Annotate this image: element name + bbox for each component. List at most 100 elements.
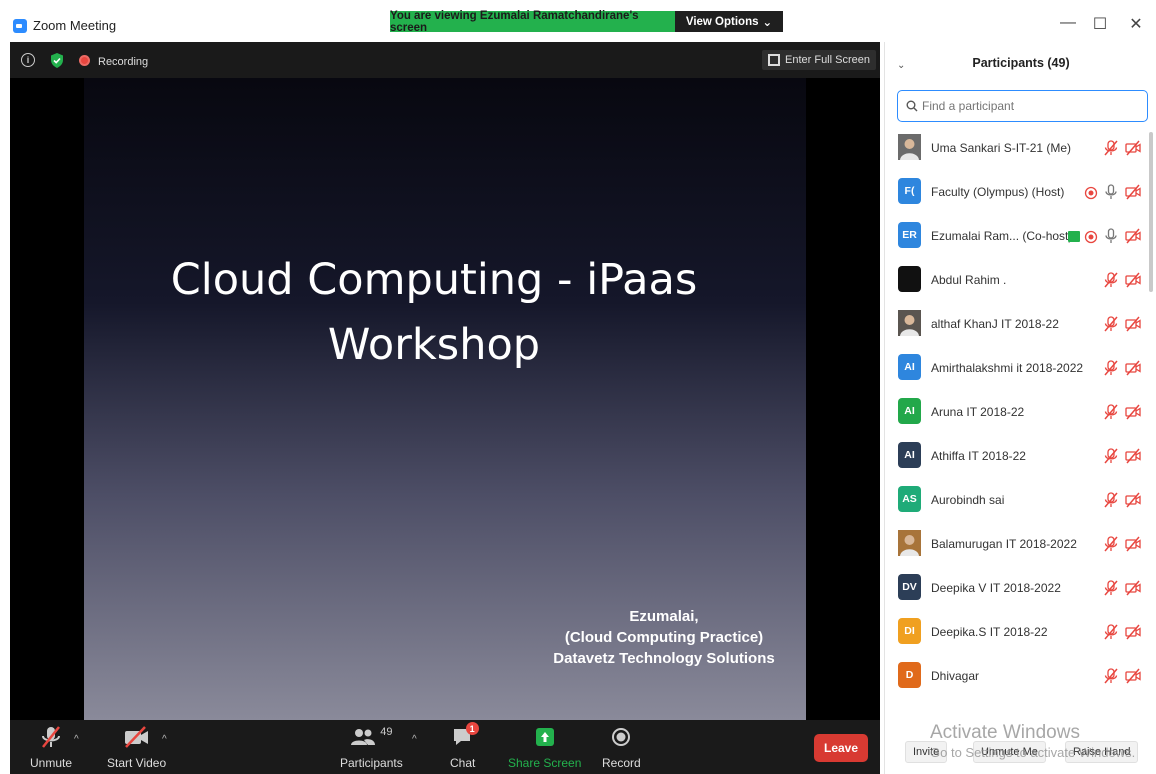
microphone-muted-icon[interactable]	[1103, 492, 1119, 508]
minimize-button[interactable]: —	[1058, 14, 1078, 32]
slide-credit-line-1: Ezumalai,	[629, 608, 699, 625]
screen-sharing-icon	[1068, 231, 1080, 242]
window-title: Zoom Meeting	[33, 18, 117, 33]
participant-avatar: DI	[898, 618, 921, 644]
camera-off-icon	[1125, 272, 1141, 288]
microphone-muted-icon[interactable]	[1103, 668, 1119, 684]
unmute-me-button[interactable]: Unmute Me	[973, 741, 1046, 763]
share-screen-button[interactable]: Share Screen	[508, 720, 581, 774]
start-video-label: Start Video	[107, 756, 167, 770]
participant-row[interactable]: DV Deepika V IT 2018-2022	[885, 568, 1156, 612]
chat-button[interactable]: 1 Chat	[450, 720, 479, 774]
microphone-icon[interactable]	[1103, 228, 1119, 244]
camera-off-icon	[1125, 536, 1141, 552]
participant-list-scrollbar[interactable]	[1149, 132, 1153, 292]
chat-label: Chat	[450, 756, 476, 770]
participant-row[interactable]: althaf KhanJ IT 2018-22	[885, 304, 1156, 348]
maximize-button[interactable]: ☐	[1090, 14, 1110, 34]
participant-name: Athiffa IT 2018-22	[931, 449, 1026, 463]
leave-button[interactable]: Leave	[814, 734, 868, 762]
participant-row[interactable]: Uma Sankari S-IT-21 (Me)	[885, 128, 1156, 172]
raise-hand-button[interactable]: Raise Hand	[1065, 741, 1139, 763]
participants-icon	[351, 729, 376, 745]
participant-row[interactable]: Abdul Rahim .	[885, 260, 1156, 304]
participant-avatar: DV	[898, 574, 921, 600]
record-label: Record	[602, 756, 641, 770]
camera-off-icon	[1125, 184, 1141, 200]
video-options-caret-icon[interactable]: ^	[162, 734, 167, 745]
enter-full-screen-button[interactable]: Enter Full Screen	[762, 50, 876, 70]
participant-row[interactable]: DI Deepika.S IT 2018-22	[885, 612, 1156, 656]
participant-name: Abdul Rahim .	[931, 273, 1007, 287]
participant-row[interactable]: AI Aruna IT 2018-22	[885, 392, 1156, 436]
participant-name: althaf KhanJ IT 2018-22	[931, 317, 1059, 331]
participant-avatar: AS	[898, 486, 921, 512]
microphone-icon[interactable]	[1103, 184, 1119, 200]
camera-off-icon	[1125, 360, 1141, 376]
participant-avatar	[898, 266, 921, 292]
slide-credit-line-3: Datavetz Technology Solutions	[553, 650, 775, 667]
microphone-muted-icon[interactable]	[1103, 360, 1119, 376]
close-button[interactable]: ✕	[1126, 14, 1146, 34]
title-bar: Zoom Meeting You are viewing Ezumalai Ra…	[0, 0, 1156, 42]
participant-search[interactable]	[897, 90, 1148, 122]
security-shield-icon[interactable]	[50, 53, 64, 68]
participant-photo-avatar	[898, 310, 921, 336]
participant-name: Aruna IT 2018-22	[931, 405, 1025, 419]
slide-title-line-2: Workshop	[327, 319, 541, 370]
start-video-button[interactable]: Start Video	[107, 720, 166, 774]
microphone-muted-icon[interactable]	[1103, 536, 1119, 552]
screen-share-banner: You are viewing Ezumalai Ramatchandirane…	[390, 10, 675, 34]
participants-panel-title: Participants (49)	[972, 56, 1070, 70]
camera-off-icon	[1125, 228, 1141, 244]
record-button[interactable]: Record	[602, 720, 641, 774]
shared-screen-stage: i Recording Enter Full Screen Cloud Comp…	[10, 42, 880, 762]
participants-options-caret-icon[interactable]: ^	[412, 734, 417, 745]
participant-row[interactable]: Balamurugan IT 2018-2022	[885, 524, 1156, 568]
search-input[interactable]	[922, 99, 1122, 113]
camera-off-icon	[1125, 624, 1141, 640]
meeting-toolbar: Unmute ^ Start Video ^ 49 Participants ^…	[10, 720, 880, 774]
info-icon[interactable]: i	[21, 53, 35, 67]
recording-label: Recording	[98, 56, 149, 68]
microphone-muted-icon[interactable]	[1103, 272, 1119, 288]
microphone-muted-icon[interactable]	[1103, 624, 1119, 640]
participant-row[interactable]: AS Aurobindh sai	[885, 480, 1156, 524]
share-screen-icon	[535, 720, 555, 754]
participant-name: Uma Sankari S-IT-21 (Me)	[931, 141, 1072, 155]
participant-row[interactable]: AI Amirthalakshmi it 2018-2022	[885, 348, 1156, 392]
participants-button[interactable]: 49 Participants	[340, 720, 403, 774]
audio-options-caret-icon[interactable]: ^	[74, 734, 79, 745]
camera-off-icon	[1125, 316, 1141, 332]
slide-title: Cloud Computing - iPaas Workshop	[84, 248, 784, 377]
unmute-button[interactable]: Unmute	[30, 720, 72, 774]
fullscreen-label: Enter Full Screen	[785, 54, 870, 66]
invite-button[interactable]: Invite	[905, 741, 948, 763]
participant-row[interactable]: D Dhivagar	[885, 656, 1156, 700]
search-icon	[906, 100, 918, 112]
view-options-label: View Options	[685, 15, 759, 28]
microphone-muted-icon[interactable]	[1103, 140, 1119, 156]
slide-credit: Ezumalai, (Cloud Computing Practice) Dat…	[514, 606, 814, 669]
participant-avatar: F(	[898, 178, 921, 204]
participant-name: Dhivagar	[931, 669, 980, 683]
slide-title-line-1: Cloud Computing - iPaas	[170, 255, 698, 305]
camera-off-icon	[1125, 404, 1141, 420]
participant-photo-avatar	[898, 530, 921, 556]
microphone-muted-icon[interactable]	[1103, 316, 1119, 332]
participant-row[interactable]: ER Ezumalai Ram... (Co-host)	[885, 216, 1156, 260]
microphone-muted-icon[interactable]	[1103, 404, 1119, 420]
participant-name: Deepika.S IT 2018-22	[931, 625, 1048, 639]
camera-off-icon	[1125, 140, 1141, 156]
participant-row[interactable]: AI Athiffa IT 2018-22	[885, 436, 1156, 480]
chat-unread-badge: 1	[465, 722, 479, 735]
camera-off-icon	[1125, 448, 1141, 464]
microphone-muted-icon[interactable]	[1103, 448, 1119, 464]
microphone-muted-icon[interactable]	[1103, 580, 1119, 596]
presentation-slide: Cloud Computing - iPaas Workshop Ezumala…	[84, 78, 806, 720]
camera-off-icon	[1125, 492, 1141, 508]
participant-row[interactable]: F( Faculty (Olympus) (Host)	[885, 172, 1156, 216]
view-options-button[interactable]: View Options ⌄	[675, 11, 783, 32]
participant-name: Faculty (Olympus) (Host)	[931, 185, 1065, 199]
participant-name: Deepika V IT 2018-2022	[931, 581, 1061, 595]
